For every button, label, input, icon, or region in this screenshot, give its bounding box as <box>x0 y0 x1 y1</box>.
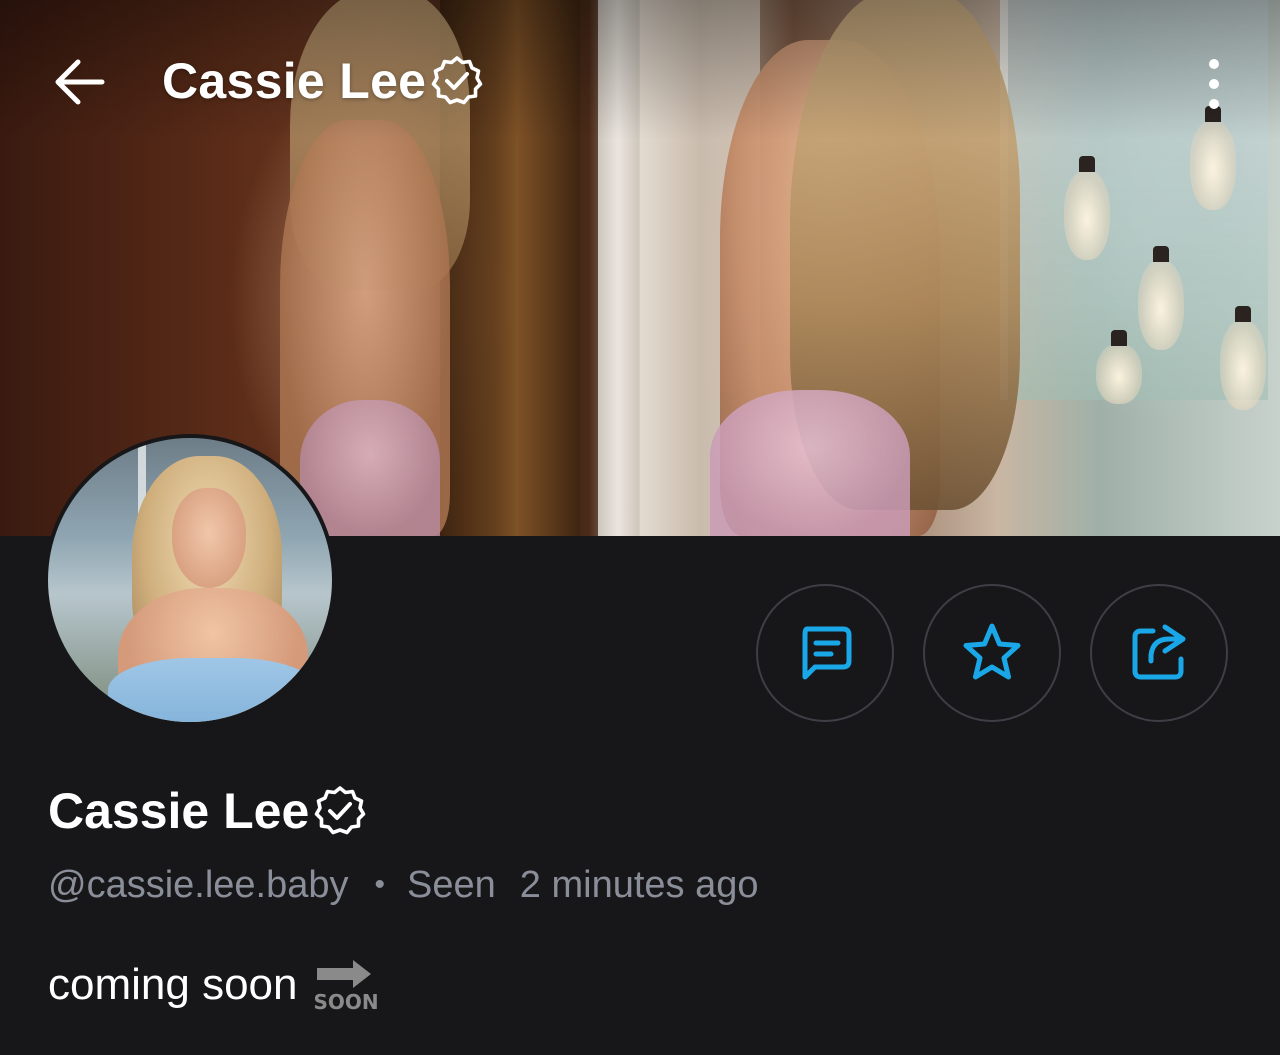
header-title-text: Cassie Lee <box>162 53 427 109</box>
bio-text: coming soon <box>48 960 298 1009</box>
last-seen-time: 2 minutes ago <box>519 863 759 906</box>
cover-lamp <box>1220 306 1266 410</box>
seen-label: Seen <box>407 863 496 906</box>
profile-name: Cassie Lee <box>48 780 367 842</box>
favorite-button[interactable] <box>923 584 1061 722</box>
share-icon <box>1132 624 1186 680</box>
cover-lamp <box>1096 330 1142 404</box>
profile-bio: coming soon SOON <box>48 954 379 1016</box>
header-title: Cassie Lee <box>162 50 484 112</box>
message-square-icon <box>802 626 852 680</box>
profile-page: Cassie Lee Cassie Lee @cassie.lee.baby •… <box>0 0 1280 1055</box>
profile-handle: @cassie.lee.baby <box>48 863 349 906</box>
message-button[interactable] <box>756 584 894 722</box>
star-icon <box>963 623 1021 680</box>
soon-arrow-icon: SOON <box>313 956 379 1014</box>
more-vertical-icon[interactable] <box>1196 56 1232 112</box>
verified-badge-icon <box>431 56 483 105</box>
profile-name-text: Cassie Lee <box>48 783 310 839</box>
cover-lamp <box>1064 156 1110 260</box>
back-arrow-icon[interactable] <box>54 58 106 106</box>
soon-emoji-text: SOON <box>313 990 379 1014</box>
cover-lamp <box>1138 246 1184 350</box>
share-button[interactable] <box>1090 584 1228 722</box>
meta-separator: • <box>374 868 386 901</box>
verified-badge-icon <box>314 786 366 835</box>
cover-figure <box>710 390 910 536</box>
profile-meta: @cassie.lee.baby • Seen 2 minutes ago <box>48 860 759 910</box>
avatar[interactable] <box>44 434 336 726</box>
avatar-photo <box>48 438 332 722</box>
